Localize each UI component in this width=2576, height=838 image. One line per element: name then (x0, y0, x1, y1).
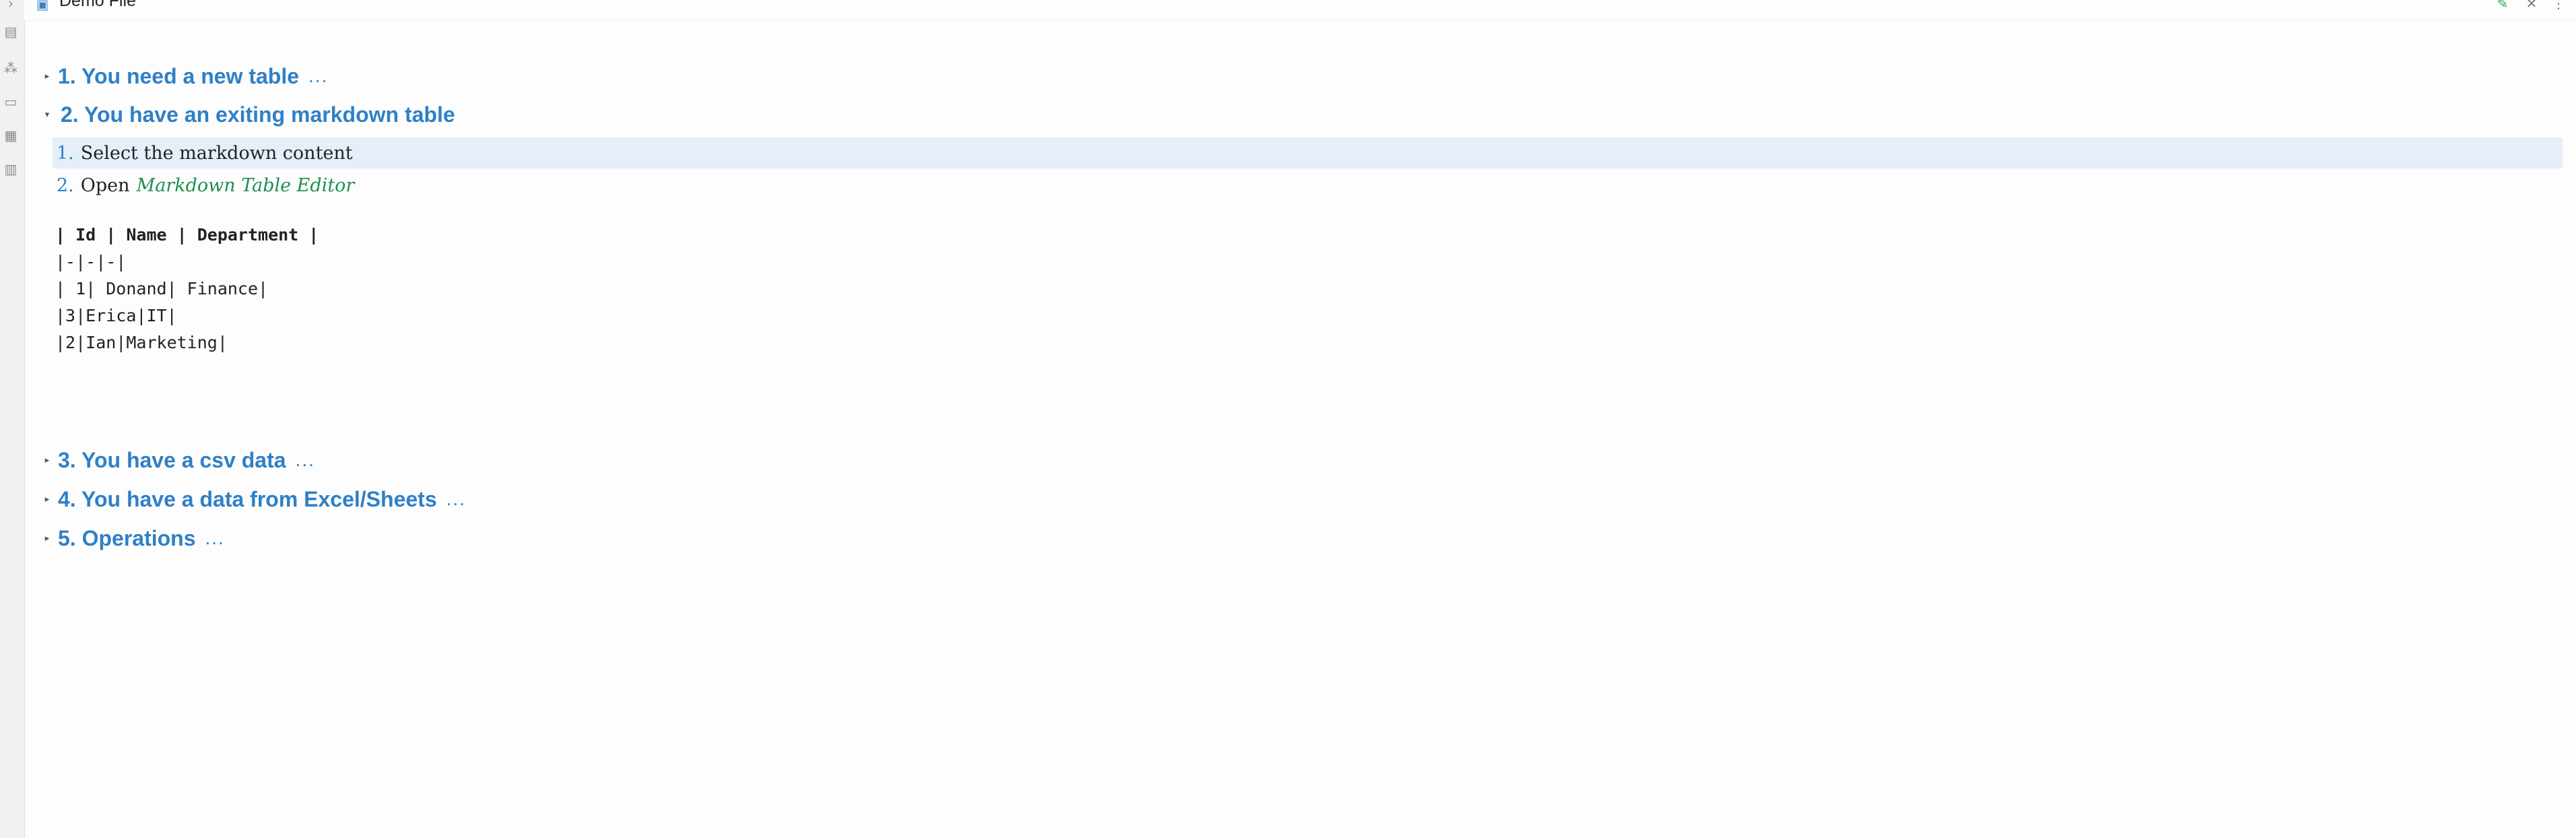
pages-icon[interactable]: ▤ (2, 23, 20, 40)
collapse-arrow-icon[interactable]: ▸ (39, 494, 55, 505)
list-number: 1. (57, 142, 74, 164)
pencil-icon[interactable]: ✎ (2494, 0, 2511, 12)
section-heading-2[interactable]: ▾ 2. You have an exiting markdown table (39, 99, 455, 130)
close-icon[interactable]: ✕ (2523, 0, 2540, 12)
fold-ellipsis[interactable]: ... (308, 65, 328, 87)
list-item[interactable]: 2. Open Markdown Table Editor (53, 170, 354, 201)
heading-text: 2. You have an exiting markdown table (61, 102, 455, 127)
layers-icon[interactable]: ▭ (2, 93, 20, 110)
left-ribbon: › ▤ ⁂ ▭ ▦ ▥ (0, 0, 25, 838)
code-line[interactable]: | 1| Donand| Finance| (55, 276, 268, 302)
heading-text: 3. You have a csv data (58, 447, 286, 472)
code-line[interactable]: |2|Ian|Marketing| (55, 330, 228, 356)
more-icon[interactable]: ⋮ (2550, 0, 2567, 12)
list-text: Select the markdown content (80, 142, 353, 164)
plugin-link[interactable]: Markdown Table Editor (137, 175, 355, 196)
section-heading-4[interactable]: ▸ 4. You have a data from Excel/Sheets .… (39, 484, 466, 515)
code-line[interactable]: |3|Erica|IT| (55, 303, 177, 329)
expand-arrow-icon[interactable]: ▾ (39, 110, 55, 120)
section-heading-1[interactable]: ▸ 1. You need a new table ... (39, 61, 328, 92)
fold-ellipsis[interactable]: ... (205, 527, 225, 549)
code-line[interactable]: |-|-|-| (55, 249, 126, 275)
heading-text: 5. Operations (58, 525, 196, 550)
code-line[interactable]: | Id | Name | Department | (55, 222, 319, 248)
heading-text: 1. You need a new table (58, 63, 300, 88)
collapse-arrow-icon[interactable]: ▸ (39, 455, 55, 465)
list-number: 2. (57, 174, 74, 196)
tab-title[interactable]: Demo File (59, 0, 136, 11)
title-bar (24, 0, 2576, 21)
list-text: Open (80, 174, 130, 196)
document-icon: ▣ (36, 0, 48, 12)
heading-text: 4. You have a data from Excel/Sheets (58, 486, 437, 511)
list-item[interactable]: 1. Select the markdown content (53, 137, 2563, 168)
collapse-arrow-icon[interactable]: ▸ (39, 71, 55, 82)
fold-ellipsis[interactable]: ... (296, 449, 315, 471)
table-icon[interactable]: ▥ (2, 160, 20, 178)
section-heading-5[interactable]: ▸ 5. Operations ... (39, 523, 225, 554)
graph-icon[interactable]: ⁂ (2, 59, 20, 77)
fold-ellipsis[interactable]: ... (447, 488, 466, 510)
section-heading-3[interactable]: ▸ 3. You have a csv data ... (39, 445, 315, 476)
blocks-icon[interactable]: ▦ (2, 127, 20, 144)
collapse-arrow-icon[interactable]: ▸ (39, 534, 55, 544)
chevron-icon[interactable]: › (2, 0, 20, 12)
